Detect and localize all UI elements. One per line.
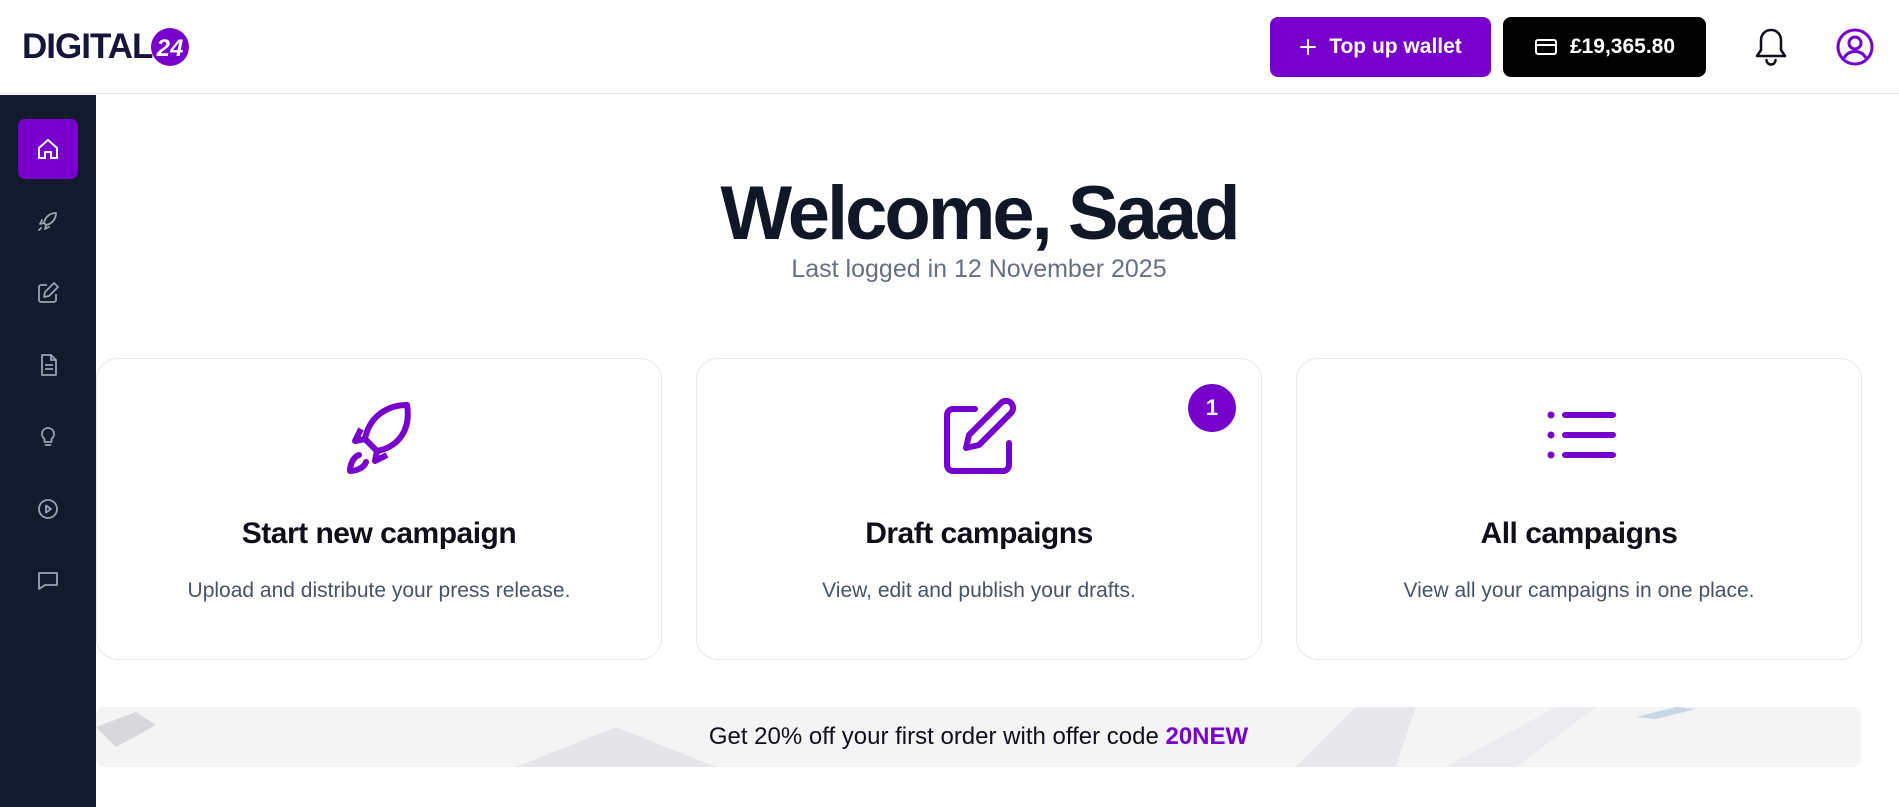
sidebar-item-home[interactable]: [18, 119, 78, 179]
top-bar: DIGITAL 24 Top up wallet £19,365.80: [0, 0, 1899, 94]
sidebar: [0, 95, 96, 807]
main-content: Welcome, Saad Last logged in 12 November…: [96, 95, 1899, 807]
logo[interactable]: DIGITAL 24: [22, 24, 190, 70]
draft-campaigns-card[interactable]: 1 Draft campaigns View, edit and publish…: [696, 358, 1262, 660]
bell-icon[interactable]: [1753, 26, 1789, 68]
user-circle-icon[interactable]: [1835, 27, 1875, 67]
all-campaigns-card[interactable]: All campaigns View all your campaigns in…: [1296, 358, 1862, 660]
logo-badge-icon: 24: [151, 28, 190, 66]
promo-message: Get 20% off your first order with offer …: [708, 723, 1159, 750]
home-icon: [38, 139, 58, 159]
sidebar-item-drafts[interactable]: [18, 263, 78, 323]
draft-count-badge: 1: [1188, 384, 1236, 432]
wallet-balance: £19,365.80: [1569, 35, 1676, 58]
promo-code: 20NEW: [1165, 723, 1249, 750]
lightbulb-icon: [41, 427, 55, 446]
wallet-balance-button[interactable]: £19,365.80: [1503, 17, 1706, 77]
sidebar-item-messages[interactable]: [18, 551, 78, 611]
edit-icon: [38, 282, 59, 303]
rocket-icon: [38, 212, 57, 231]
rocket-icon: [347, 402, 411, 474]
credit-card-icon: [1534, 39, 1557, 55]
logo-text: DIGITAL: [22, 27, 153, 66]
last-logged-text: Last logged in 12 November 2025: [791, 255, 1167, 283]
chat-icon: [38, 572, 58, 590]
page-title: Welcome, Saad: [720, 171, 1240, 256]
card-title: All campaigns: [1480, 517, 1678, 550]
card-description: View, edit and publish your drafts.: [822, 579, 1136, 602]
card-title: Draft campaigns: [865, 517, 1093, 550]
card-description: Upload and distribute your press release…: [187, 579, 571, 602]
top-up-wallet-label: Top up wallet: [1329, 35, 1462, 58]
sidebar-item-documents[interactable]: [18, 335, 78, 395]
promo-text: Get 20% off your first order with offer …: [709, 723, 1248, 751]
card-title: Start new campaign: [241, 517, 517, 550]
card-description: View all your campaigns in one place.: [1403, 579, 1755, 602]
logo-badge-text: 24: [156, 35, 184, 62]
start-new-campaign-card[interactable]: Start new campaign Upload and distribute…: [96, 358, 662, 660]
sidebar-item-videos[interactable]: [18, 479, 78, 539]
sidebar-item-ideas[interactable]: [18, 407, 78, 467]
list-icon: [1547, 411, 1616, 459]
play-circle-icon: [38, 499, 58, 519]
sidebar-item-campaigns[interactable]: [18, 191, 78, 251]
plus-icon: [1300, 39, 1317, 55]
promo-banner[interactable]: Get 20% off your first order with offer …: [96, 707, 1861, 767]
document-icon: [41, 354, 57, 376]
edit-icon: [944, 397, 1017, 474]
top-up-wallet-button[interactable]: Top up wallet: [1270, 17, 1491, 77]
